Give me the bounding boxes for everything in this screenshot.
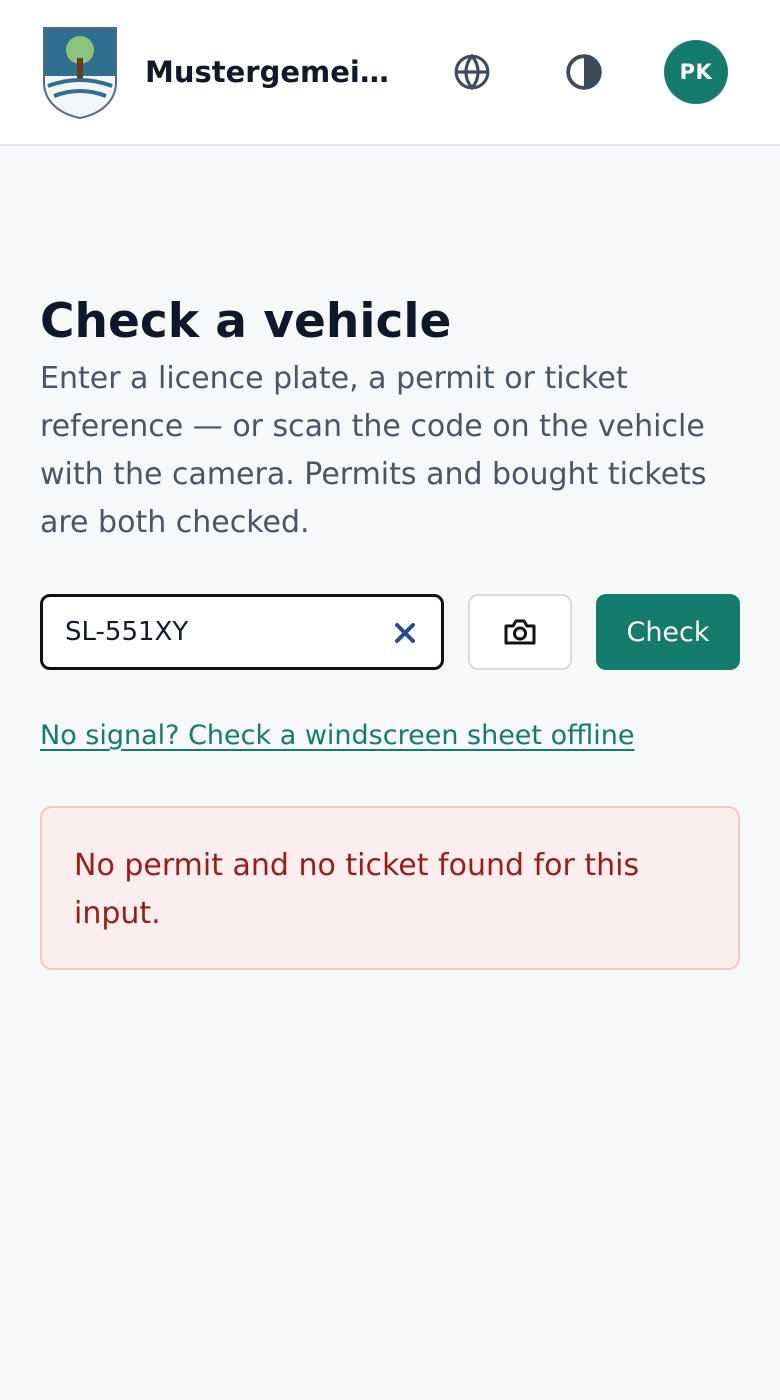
user-avatar[interactable]: PK	[664, 40, 728, 104]
contrast-toggle-button[interactable]	[552, 40, 616, 104]
page-description: Enter a licence plate, a permit or ticke…	[40, 361, 707, 540]
org-name: Mustergemeinde	[145, 55, 395, 89]
check-button[interactable]: Check	[596, 594, 740, 670]
globe-icon	[454, 53, 490, 91]
page-title: Check a vehicle	[40, 294, 452, 349]
language-button[interactable]	[440, 40, 504, 104]
clear-input-button[interactable]	[387, 615, 423, 651]
scan-camera-button[interactable]	[468, 594, 572, 670]
search-field	[40, 594, 444, 670]
close-icon	[395, 623, 415, 643]
alert-message: No permit and no ticket found for this i…	[74, 848, 640, 931]
crest-logo-icon	[43, 27, 117, 120]
offline-check-link[interactable]: No signal? Check a windscreen sheet offl…	[40, 716, 634, 756]
not-found-alert: No permit and no ticket found for this i…	[40, 806, 740, 970]
search-input[interactable]	[65, 597, 375, 667]
contrast-icon	[566, 54, 602, 90]
camera-icon	[504, 619, 536, 645]
app-header: Mustergemeinde PK	[0, 0, 780, 146]
